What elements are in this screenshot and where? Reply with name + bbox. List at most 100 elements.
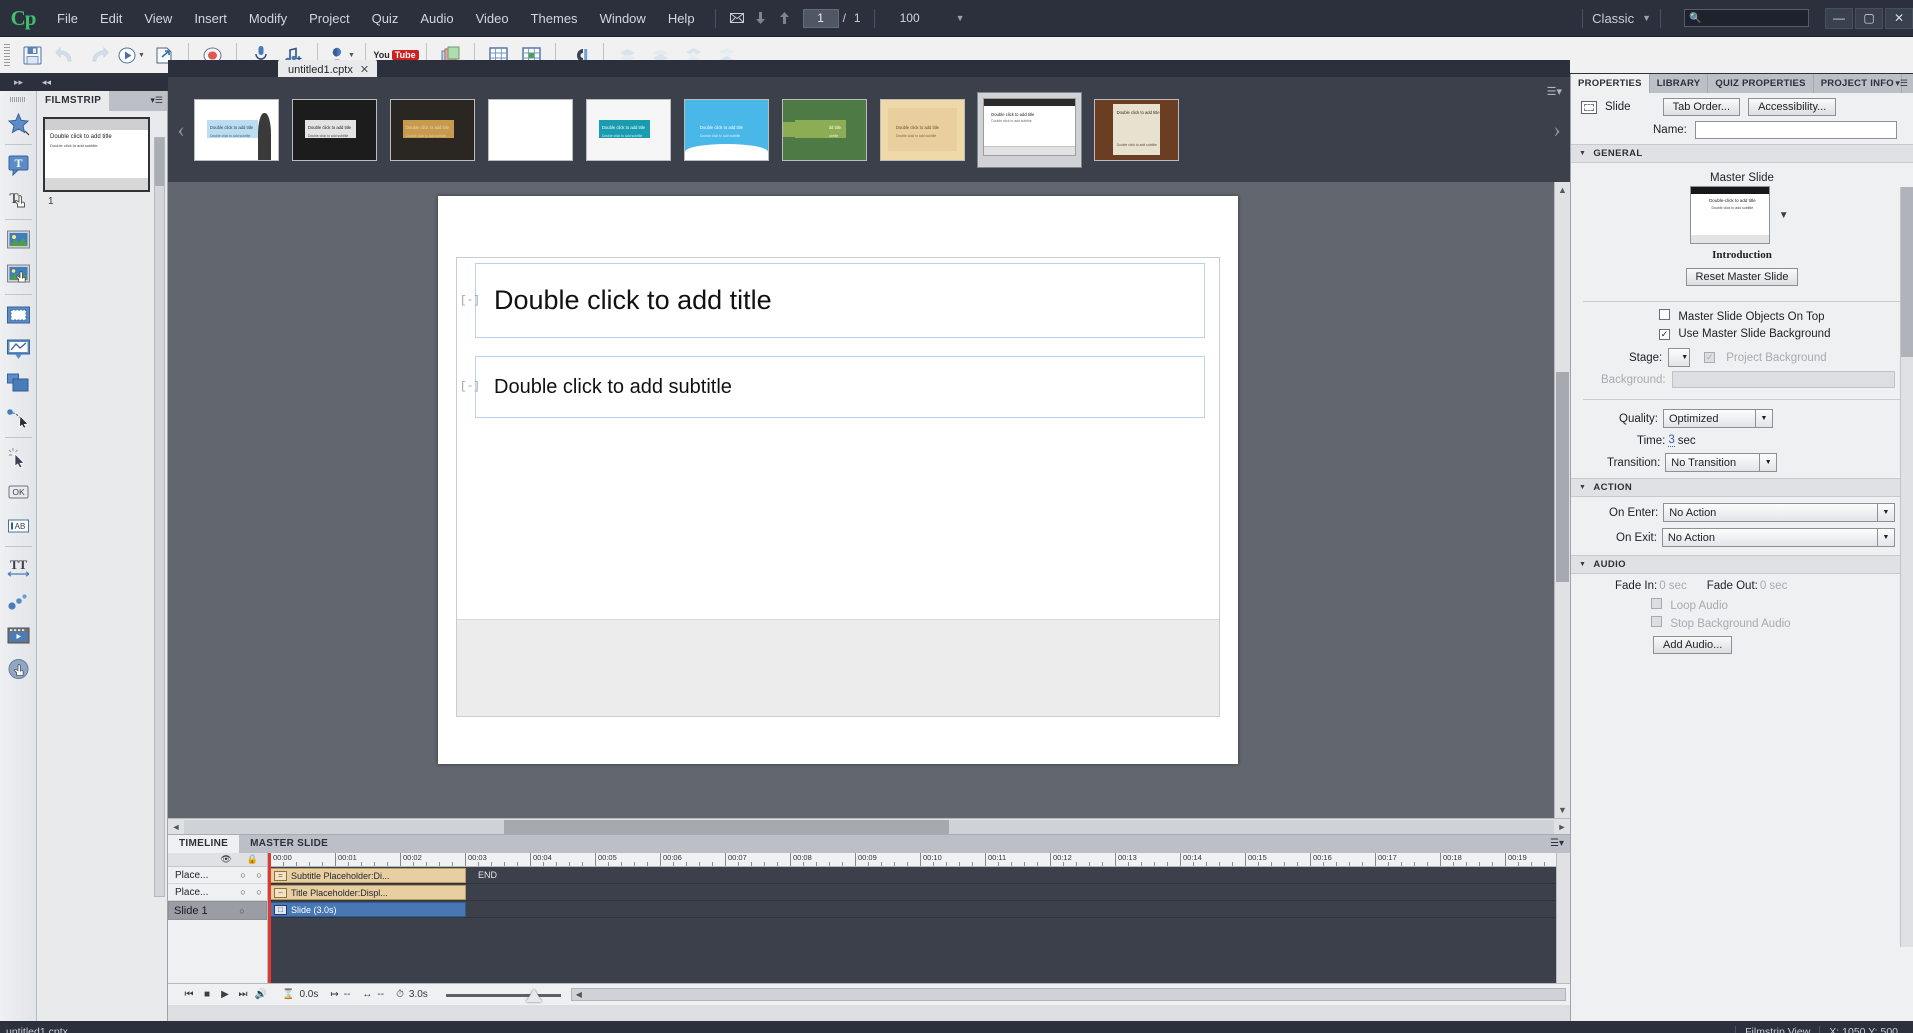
tab-quiz-properties[interactable]: QUIZ PROPERTIES [1708, 74, 1813, 93]
toolrail-grip[interactable] [10, 97, 26, 102]
close-tab-icon[interactable]: ✕ [360, 63, 369, 76]
slide-time-value[interactable]: 3 [1668, 434, 1674, 447]
visibility-toggle[interactable]: ○ [234, 906, 250, 916]
tab-properties[interactable]: PROPERTIES [1571, 74, 1650, 93]
menu-modify[interactable]: Modify [238, 6, 298, 31]
rollover-slidelet-tool[interactable] [2, 366, 35, 400]
scroll-right-icon[interactable]: ► [1554, 822, 1570, 832]
menu-view[interactable]: View [133, 6, 183, 31]
menu-file[interactable]: File [46, 6, 89, 31]
lock-toggle[interactable]: ○ [251, 887, 267, 897]
panel-menu-icon[interactable]: ☰▾ [1544, 835, 1570, 853]
menu-audio[interactable]: Audio [409, 6, 464, 31]
search-input[interactable]: 🔍 [1684, 9, 1809, 27]
menu-edit[interactable]: Edit [89, 6, 133, 31]
rollover-caption-tool[interactable]: T [2, 182, 35, 216]
menu-project[interactable]: Project [298, 6, 360, 31]
tab-library[interactable]: LIBRARY [1650, 74, 1709, 93]
filmstrip-collapse-bar[interactable]: ◂◂ [37, 74, 168, 91]
zoom-level-input[interactable]: 100 [900, 11, 934, 25]
fade-in-value[interactable]: 0 sec [1659, 580, 1687, 592]
maximize-button[interactable]: ▢ [1855, 8, 1883, 29]
timeline-track-2[interactable]: □ Slide (3.0s) [268, 901, 1570, 918]
lock-icon[interactable]: 🔒 [247, 854, 258, 865]
down-arrow-icon[interactable] [749, 6, 773, 30]
timeline-row-name-2[interactable]: Slide 1 ○ [168, 901, 267, 920]
workspace-chevron-down-icon[interactable]: ▼ [1642, 13, 1651, 23]
zoom-slider-handle[interactable] [526, 989, 542, 1002]
section-general[interactable]: ▼ GENERAL [1571, 144, 1913, 163]
menu-insert[interactable]: Insert [183, 6, 238, 31]
add-audio-button[interactable]: Add Audio... [1653, 636, 1732, 654]
stop-icon[interactable]: ■ [198, 989, 216, 1000]
timeline-zoom-slider[interactable] [446, 989, 561, 1001]
reset-master-slide-button[interactable]: Reset Master Slide [1686, 268, 1799, 286]
highlight-box-tool[interactable] [2, 298, 35, 332]
on-enter-select[interactable]: No Action ▼ [1663, 503, 1895, 522]
tab-project-info[interactable]: PROJECT INFO [1814, 74, 1902, 93]
background-preview[interactable] [1672, 371, 1895, 388]
filmstrip-slide-1[interactable]: Double click to add title Double click t… [43, 117, 150, 192]
minimize-button[interactable]: — [1825, 8, 1853, 29]
slide-number-input[interactable]: 1 [803, 9, 839, 28]
scroll-up-icon[interactable]: ▲ [1555, 182, 1570, 198]
placeholder-handle-icon[interactable]: [-] [460, 381, 480, 393]
placeholder-handle-icon[interactable]: [-] [460, 295, 480, 307]
menu-help[interactable]: Help [657, 6, 706, 31]
tab-master-slide[interactable]: MASTER SLIDE [239, 835, 339, 853]
chevron-down-icon[interactable]: ▼ [956, 13, 965, 23]
chevron-down-icon[interactable]: ▼ [138, 52, 145, 59]
slide-name-input[interactable] [1695, 121, 1897, 139]
accessibility-button[interactable]: Accessibility... [1748, 98, 1836, 116]
tab-timeline[interactable]: TIMELINE [168, 835, 239, 853]
preview-button[interactable]: ▼ [115, 40, 148, 70]
shapes-tool[interactable] [2, 107, 35, 141]
panel-menu-icon[interactable]: ☰▾ [1547, 85, 1562, 98]
theme-wood-paper[interactable]: Double click to add titleDouble click to… [1094, 99, 1179, 161]
widget-hand-icon[interactable] [2, 652, 35, 686]
theme-clean-person[interactable]: Double click to add titleDouble click to… [194, 99, 279, 161]
undo-button[interactable] [49, 40, 82, 70]
toolbar-grip[interactable] [4, 44, 10, 66]
master-slide-thumbnail[interactable]: Double-click to add title Double click t… [1690, 186, 1770, 244]
collapse-panel-icon[interactable]: ◂◂ [37, 74, 168, 91]
timeline-row-name-1[interactable]: Place... ○ ○ [168, 884, 267, 901]
menu-video[interactable]: Video [465, 6, 520, 31]
filmstrip-scrollbar[interactable] [154, 137, 165, 897]
chevron-down-icon[interactable]: ▼ [348, 52, 355, 59]
properties-scroll-thumb[interactable] [1901, 187, 1913, 357]
stage-color-swatch[interactable]: ▼ [1668, 348, 1690, 367]
play-icon[interactable]: ▶ [216, 989, 234, 1000]
on-exit-select[interactable]: No Action ▼ [1662, 528, 1895, 547]
menu-themes[interactable]: Themes [520, 6, 589, 31]
timeline-horizontal-scrollbar[interactable]: ◀ [571, 988, 1566, 1001]
speaker-icon[interactable]: 🔊 [252, 989, 270, 1000]
text-entry-icon[interactable]: AB [2, 509, 35, 543]
project-background-checkbox[interactable]: ✓ [1704, 352, 1715, 363]
close-button[interactable]: ✕ [1885, 8, 1913, 29]
section-audio[interactable]: ▼ AUDIO [1571, 555, 1913, 574]
theme-teal-gradient[interactable]: Double click to add titleDouble click to… [586, 99, 671, 161]
theme-white-frame[interactable]: Double click to add titleDouble click to… [978, 93, 1081, 167]
mail-icon[interactable] [725, 6, 749, 30]
theme-chalkboard[interactable]: Double click to add titleDouble click to… [390, 99, 475, 161]
use-master-background-checkbox[interactable]: ✓ [1659, 329, 1670, 340]
timeline-bar-slide[interactable]: □ Slide (3.0s) [270, 902, 466, 917]
theme-green-ribbon[interactable]: Double click to add titleDouble click to… [782, 99, 867, 161]
fade-out-value[interactable]: 0 sec [1760, 580, 1788, 592]
timeline-track-1[interactable]: – Title Placeholder:Displ... [268, 884, 1570, 901]
scroll-down-icon[interactable]: ▼ [1555, 802, 1570, 818]
visibility-toggle[interactable]: ○ [235, 887, 251, 897]
transition-select[interactable]: No Transition ▼ [1665, 453, 1777, 472]
eye-icon[interactable]: 👁 [220, 854, 231, 865]
subtitle-placeholder[interactable]: [-] Double click to add subtitle [475, 356, 1205, 418]
click-box-tool[interactable] [2, 441, 35, 475]
menu-window[interactable]: Window [589, 6, 657, 31]
filmstrip-scroll-thumb[interactable] [155, 138, 164, 186]
theme-blank-white[interactable]: Double click to add titleDouble click to… [488, 99, 573, 161]
ok-button-icon[interactable]: OK [2, 475, 35, 509]
save-button[interactable] [16, 40, 49, 70]
menu-quiz[interactable]: Quiz [361, 6, 410, 31]
video-film-icon[interactable] [2, 618, 35, 652]
timeline-vertical-scrollbar[interactable] [1556, 853, 1570, 983]
